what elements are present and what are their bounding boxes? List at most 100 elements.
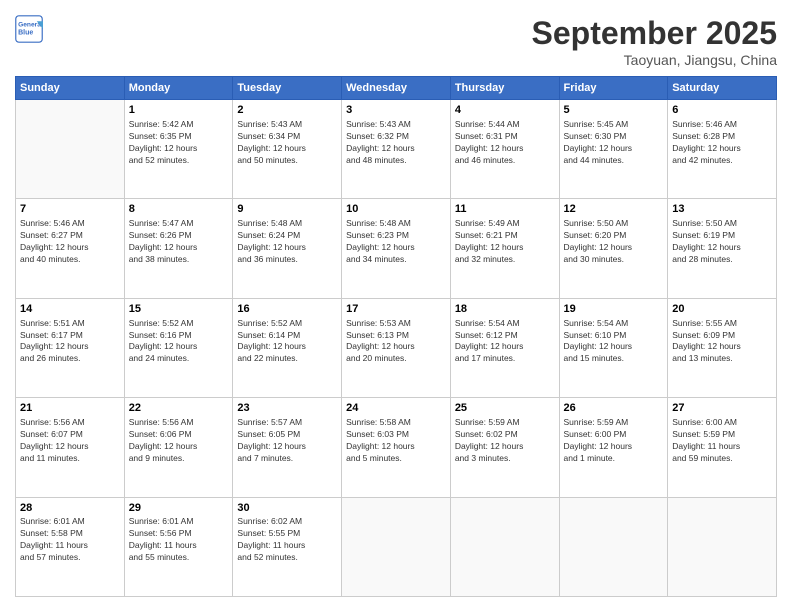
day-number: 27: [672, 401, 772, 416]
day-number: 23: [237, 401, 337, 416]
day-number: 29: [129, 501, 229, 516]
weekday-header: Friday: [559, 77, 668, 100]
calendar-cell: 21Sunrise: 5:56 AMSunset: 6:07 PMDayligh…: [16, 398, 125, 497]
day-number: 14: [20, 302, 120, 317]
calendar-week-row: 1Sunrise: 5:42 AMSunset: 6:35 PMDaylight…: [16, 100, 777, 199]
day-number: 10: [346, 202, 446, 217]
cell-info: Sunrise: 5:45 AMSunset: 6:30 PMDaylight:…: [564, 119, 664, 167]
weekday-header: Saturday: [668, 77, 777, 100]
day-number: 16: [237, 302, 337, 317]
cell-info: Sunrise: 5:56 AMSunset: 6:06 PMDaylight:…: [129, 417, 229, 465]
calendar-cell: 29Sunrise: 6:01 AMSunset: 5:56 PMDayligh…: [124, 497, 233, 596]
cell-info: Sunrise: 5:53 AMSunset: 6:13 PMDaylight:…: [346, 318, 446, 366]
calendar-cell: 3Sunrise: 5:43 AMSunset: 6:32 PMDaylight…: [342, 100, 451, 199]
day-number: 26: [564, 401, 664, 416]
weekday-header: Sunday: [16, 77, 125, 100]
day-number: 24: [346, 401, 446, 416]
calendar-cell: 23Sunrise: 5:57 AMSunset: 6:05 PMDayligh…: [233, 398, 342, 497]
calendar-cell: 11Sunrise: 5:49 AMSunset: 6:21 PMDayligh…: [450, 199, 559, 298]
calendar-body: 1Sunrise: 5:42 AMSunset: 6:35 PMDaylight…: [16, 100, 777, 597]
cell-info: Sunrise: 5:59 AMSunset: 6:00 PMDaylight:…: [564, 417, 664, 465]
calendar-cell: [16, 100, 125, 199]
calendar-cell: 22Sunrise: 5:56 AMSunset: 6:06 PMDayligh…: [124, 398, 233, 497]
cell-info: Sunrise: 5:50 AMSunset: 6:20 PMDaylight:…: [564, 218, 664, 266]
cell-info: Sunrise: 5:43 AMSunset: 6:34 PMDaylight:…: [237, 119, 337, 167]
logo-icon: General Blue: [15, 15, 43, 43]
cell-info: Sunrise: 5:56 AMSunset: 6:07 PMDaylight:…: [20, 417, 120, 465]
calendar-cell: 1Sunrise: 5:42 AMSunset: 6:35 PMDaylight…: [124, 100, 233, 199]
calendar-week-row: 14Sunrise: 5:51 AMSunset: 6:17 PMDayligh…: [16, 298, 777, 397]
calendar-week-row: 7Sunrise: 5:46 AMSunset: 6:27 PMDaylight…: [16, 199, 777, 298]
title-block: September 2025 Taoyuan, Jiangsu, China: [532, 15, 777, 68]
day-number: 12: [564, 202, 664, 217]
cell-info: Sunrise: 5:44 AMSunset: 6:31 PMDaylight:…: [455, 119, 555, 167]
svg-text:Blue: Blue: [18, 29, 33, 36]
calendar-cell: 5Sunrise: 5:45 AMSunset: 6:30 PMDaylight…: [559, 100, 668, 199]
weekday-header: Thursday: [450, 77, 559, 100]
calendar-cell: 12Sunrise: 5:50 AMSunset: 6:20 PMDayligh…: [559, 199, 668, 298]
day-number: 6: [672, 103, 772, 118]
logo: General Blue: [15, 15, 43, 43]
day-number: 1: [129, 103, 229, 118]
calendar-cell: 25Sunrise: 5:59 AMSunset: 6:02 PMDayligh…: [450, 398, 559, 497]
calendar-cell: 7Sunrise: 5:46 AMSunset: 6:27 PMDaylight…: [16, 199, 125, 298]
calendar-week-row: 28Sunrise: 6:01 AMSunset: 5:58 PMDayligh…: [16, 497, 777, 596]
day-number: 19: [564, 302, 664, 317]
calendar-cell: 30Sunrise: 6:02 AMSunset: 5:55 PMDayligh…: [233, 497, 342, 596]
calendar-cell: 2Sunrise: 5:43 AMSunset: 6:34 PMDaylight…: [233, 100, 342, 199]
day-number: 8: [129, 202, 229, 217]
cell-info: Sunrise: 5:48 AMSunset: 6:23 PMDaylight:…: [346, 218, 446, 266]
day-number: 9: [237, 202, 337, 217]
calendar-cell: [668, 497, 777, 596]
cell-info: Sunrise: 5:52 AMSunset: 6:14 PMDaylight:…: [237, 318, 337, 366]
day-number: 2: [237, 103, 337, 118]
cell-info: Sunrise: 6:02 AMSunset: 5:55 PMDaylight:…: [237, 516, 337, 564]
day-number: 5: [564, 103, 664, 118]
day-number: 7: [20, 202, 120, 217]
cell-info: Sunrise: 5:52 AMSunset: 6:16 PMDaylight:…: [129, 318, 229, 366]
calendar-cell: 4Sunrise: 5:44 AMSunset: 6:31 PMDaylight…: [450, 100, 559, 199]
calendar-cell: 14Sunrise: 5:51 AMSunset: 6:17 PMDayligh…: [16, 298, 125, 397]
cell-info: Sunrise: 5:46 AMSunset: 6:28 PMDaylight:…: [672, 119, 772, 167]
cell-info: Sunrise: 5:58 AMSunset: 6:03 PMDaylight:…: [346, 417, 446, 465]
calendar-cell: 20Sunrise: 5:55 AMSunset: 6:09 PMDayligh…: [668, 298, 777, 397]
cell-info: Sunrise: 5:46 AMSunset: 6:27 PMDaylight:…: [20, 218, 120, 266]
calendar-cell: 13Sunrise: 5:50 AMSunset: 6:19 PMDayligh…: [668, 199, 777, 298]
weekday-header: Tuesday: [233, 77, 342, 100]
cell-info: Sunrise: 5:55 AMSunset: 6:09 PMDaylight:…: [672, 318, 772, 366]
day-number: 22: [129, 401, 229, 416]
cell-info: Sunrise: 5:54 AMSunset: 6:10 PMDaylight:…: [564, 318, 664, 366]
cell-info: Sunrise: 6:01 AMSunset: 5:56 PMDaylight:…: [129, 516, 229, 564]
cell-info: Sunrise: 5:42 AMSunset: 6:35 PMDaylight:…: [129, 119, 229, 167]
day-number: 18: [455, 302, 555, 317]
calendar-cell: 16Sunrise: 5:52 AMSunset: 6:14 PMDayligh…: [233, 298, 342, 397]
location: Taoyuan, Jiangsu, China: [532, 52, 777, 68]
calendar-cell: 28Sunrise: 6:01 AMSunset: 5:58 PMDayligh…: [16, 497, 125, 596]
calendar-cell: 19Sunrise: 5:54 AMSunset: 6:10 PMDayligh…: [559, 298, 668, 397]
calendar-cell: 27Sunrise: 6:00 AMSunset: 5:59 PMDayligh…: [668, 398, 777, 497]
calendar-week-row: 21Sunrise: 5:56 AMSunset: 6:07 PMDayligh…: [16, 398, 777, 497]
cell-info: Sunrise: 6:01 AMSunset: 5:58 PMDaylight:…: [20, 516, 120, 564]
cell-info: Sunrise: 6:00 AMSunset: 5:59 PMDaylight:…: [672, 417, 772, 465]
cell-info: Sunrise: 5:47 AMSunset: 6:26 PMDaylight:…: [129, 218, 229, 266]
calendar-cell: 26Sunrise: 5:59 AMSunset: 6:00 PMDayligh…: [559, 398, 668, 497]
weekday-header-row: SundayMondayTuesdayWednesdayThursdayFrid…: [16, 77, 777, 100]
month-title: September 2025: [532, 15, 777, 52]
calendar-cell: 8Sunrise: 5:47 AMSunset: 6:26 PMDaylight…: [124, 199, 233, 298]
day-number: 17: [346, 302, 446, 317]
cell-info: Sunrise: 5:49 AMSunset: 6:21 PMDaylight:…: [455, 218, 555, 266]
calendar-cell: 17Sunrise: 5:53 AMSunset: 6:13 PMDayligh…: [342, 298, 451, 397]
calendar-cell: 9Sunrise: 5:48 AMSunset: 6:24 PMDaylight…: [233, 199, 342, 298]
cell-info: Sunrise: 5:59 AMSunset: 6:02 PMDaylight:…: [455, 417, 555, 465]
day-number: 13: [672, 202, 772, 217]
weekday-header: Wednesday: [342, 77, 451, 100]
day-number: 21: [20, 401, 120, 416]
day-number: 30: [237, 501, 337, 516]
day-number: 15: [129, 302, 229, 317]
cell-info: Sunrise: 5:57 AMSunset: 6:05 PMDaylight:…: [237, 417, 337, 465]
calendar: SundayMondayTuesdayWednesdayThursdayFrid…: [15, 76, 777, 597]
day-number: 4: [455, 103, 555, 118]
calendar-cell: [450, 497, 559, 596]
cell-info: Sunrise: 5:43 AMSunset: 6:32 PMDaylight:…: [346, 119, 446, 167]
calendar-cell: 10Sunrise: 5:48 AMSunset: 6:23 PMDayligh…: [342, 199, 451, 298]
